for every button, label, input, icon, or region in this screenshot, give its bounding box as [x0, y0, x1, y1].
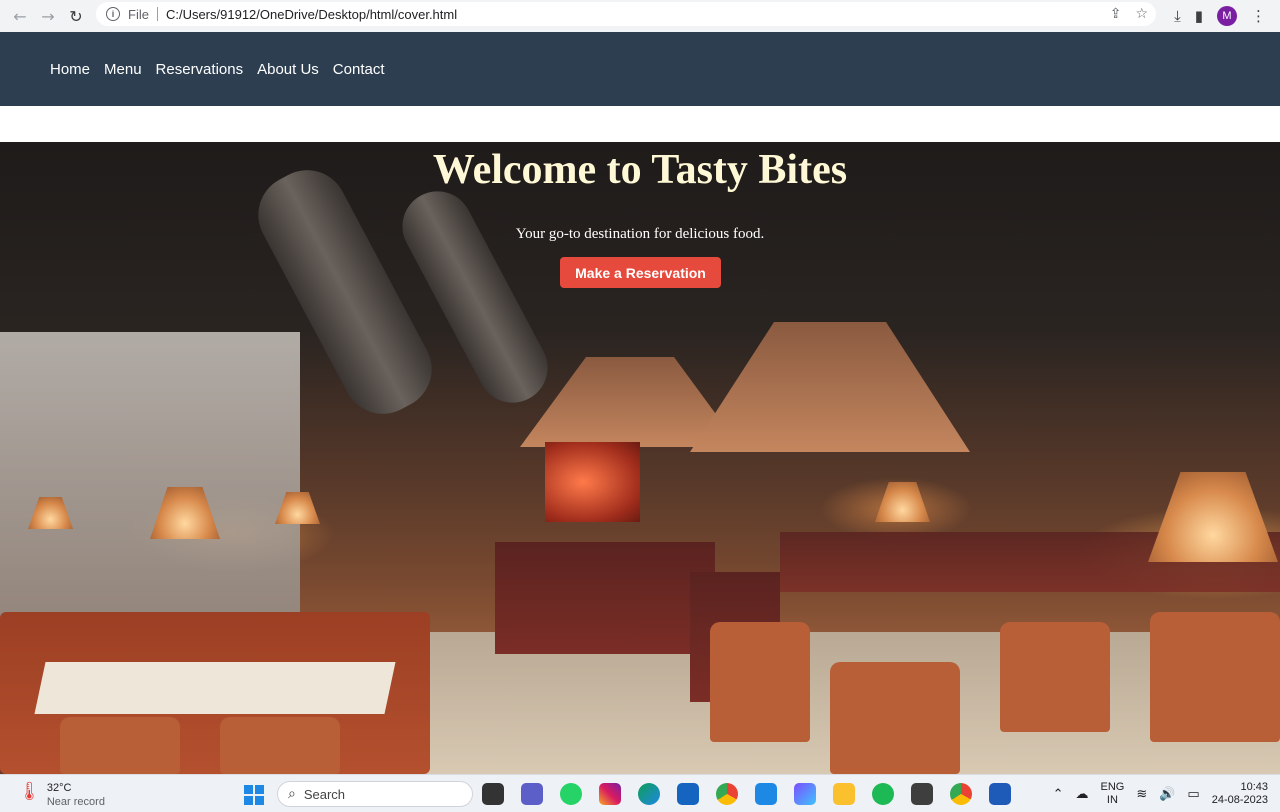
battery-icon[interactable]: ▭	[1187, 787, 1199, 802]
share-icon[interactable]: ⇪	[1110, 6, 1122, 22]
weather-temp: 32°C	[46, 782, 72, 794]
taskbar: 🌡 32°C Near record ⌕ Search ⌃ ☁ ENG IN ≋	[0, 774, 1280, 812]
side-panel-icon[interactable]: ▮	[1195, 7, 1203, 25]
mail-icon[interactable]	[755, 783, 777, 805]
nav-menu[interactable]: Menu	[104, 61, 142, 78]
menu-kebab-icon[interactable]: ⋮	[1251, 7, 1266, 25]
taskbar-search[interactable]: ⌕ Search	[277, 781, 473, 807]
hero-title: Welcome to Tasty Bites	[432, 147, 848, 193]
url-text: C:/Users/91912/OneDrive/Desktop/html/cov…	[165, 6, 458, 22]
search-icon: ⌕	[288, 786, 296, 802]
clock[interactable]: 10:43 24-08-2023	[1212, 781, 1268, 807]
address-bar[interactable]: i File C:/Users/91912/OneDrive/Desktop/h…	[96, 2, 1156, 26]
chair	[1150, 612, 1280, 742]
sublime-text-icon[interactable]	[911, 783, 933, 805]
nav-reservations[interactable]: Reservations	[156, 61, 244, 78]
chair	[1000, 622, 1110, 732]
lang-code: ENG	[1100, 781, 1125, 793]
chair	[710, 622, 810, 742]
download-icon[interactable]: ⤓	[1174, 7, 1181, 25]
browser-toolbar: ← → ↻ i File C:/Users/91912/OneDrive/Des…	[0, 0, 1280, 32]
search-placeholder: Search	[303, 786, 346, 802]
windows-start-icon[interactable]	[244, 785, 264, 805]
region-code: IN	[1106, 794, 1118, 806]
onedrive-cloud-icon[interactable]: ☁	[1075, 787, 1088, 802]
pinned-apps	[482, 783, 1011, 805]
chair	[220, 717, 340, 774]
task-view-icon[interactable]	[482, 783, 504, 805]
pendant-lamp	[1148, 472, 1278, 562]
nav-about-us[interactable]: About Us	[257, 61, 319, 78]
bar-counter	[495, 542, 715, 654]
decor-panel	[545, 442, 640, 522]
weather-desc: Near record	[46, 796, 105, 808]
file-explorer-icon[interactable]	[833, 783, 855, 805]
thermometer-icon: 🌡	[18, 781, 41, 802]
language-indicator[interactable]: ENG IN	[1100, 781, 1124, 807]
clock-date: 24-08-2023	[1211, 794, 1268, 806]
nav-home[interactable]: Home	[50, 61, 90, 78]
pendant-lamp	[875, 482, 930, 522]
word-icon[interactable]	[989, 783, 1011, 805]
hero-subtitle: Your go-to destination for delicious foo…	[515, 226, 765, 242]
chrome-icon[interactable]	[716, 783, 738, 805]
make-reservation-button[interactable]: Make a Reservation	[560, 257, 721, 288]
kitchen-hood	[690, 322, 970, 452]
reload-icon[interactable]: ↻	[62, 2, 90, 30]
site-info-icon[interactable]: i	[106, 7, 120, 21]
store-icon[interactable]	[677, 783, 699, 805]
wifi-icon[interactable]: ≋	[1136, 787, 1147, 802]
copilot-icon[interactable]	[794, 783, 816, 805]
whatsapp-icon[interactable]	[560, 783, 582, 805]
teams-icon[interactable]	[521, 783, 543, 805]
divider	[156, 7, 158, 21]
bookmark-star-icon[interactable]: ☆	[1135, 6, 1148, 22]
clock-time: 10:43	[1240, 781, 1268, 793]
edge-icon[interactable]	[638, 783, 660, 805]
scheme-label: File	[128, 6, 149, 22]
volume-icon[interactable]: 🔊	[1159, 787, 1175, 802]
instagram-icon[interactable]	[599, 783, 621, 805]
nav-contact[interactable]: Contact	[333, 61, 385, 78]
site-navbar: Home Menu Reservations About Us Contact	[0, 32, 1280, 106]
back-icon[interactable]: ←	[6, 2, 34, 30]
chair	[60, 717, 180, 774]
chevron-up-icon[interactable]: ⌃	[1053, 787, 1064, 802]
system-tray: ⌃ ☁ ENG IN ≋ 🔊 ▭ 10:43 24-08-2023	[1053, 779, 1280, 809]
dining-table	[34, 662, 396, 714]
spotify-icon[interactable]	[872, 783, 894, 805]
chrome-active-icon[interactable]	[950, 783, 972, 805]
chair	[830, 662, 960, 774]
profile-avatar[interactable]: M	[1217, 6, 1237, 26]
weather-widget[interactable]: 🌡 32°C Near record	[18, 781, 105, 809]
forward-icon[interactable]: →	[34, 2, 62, 30]
